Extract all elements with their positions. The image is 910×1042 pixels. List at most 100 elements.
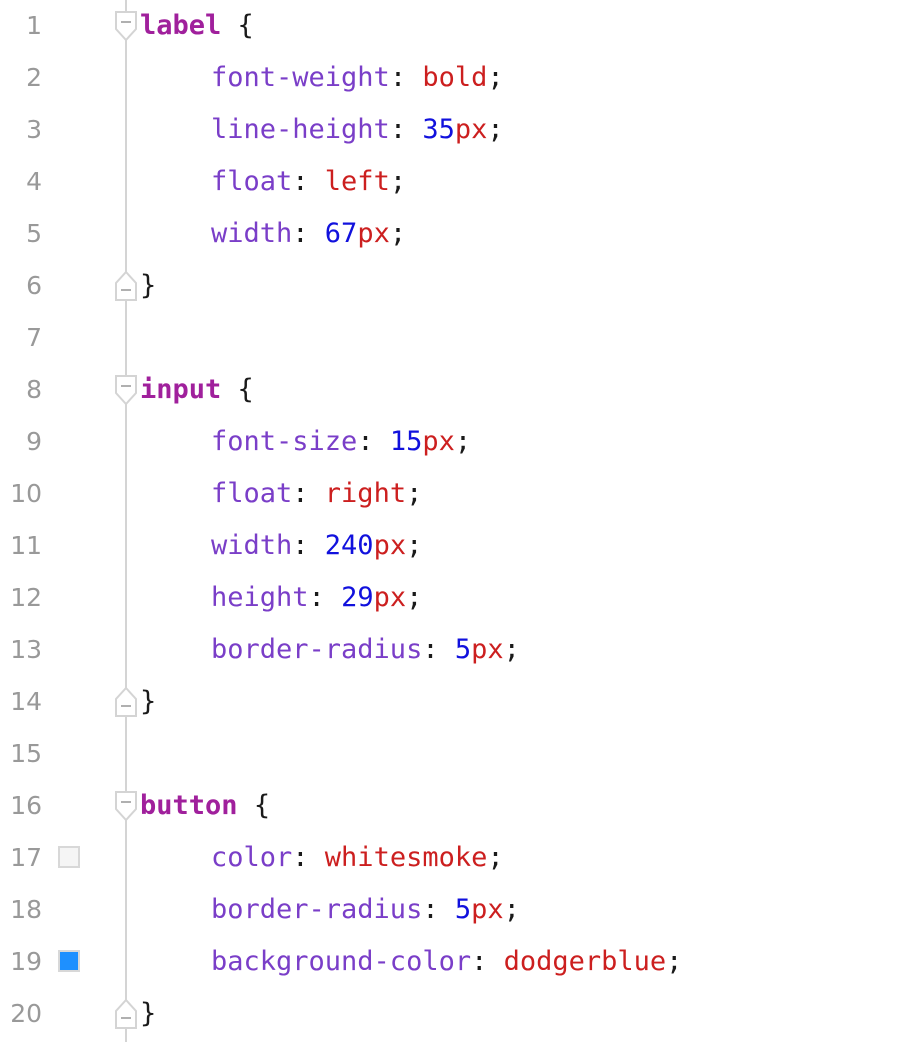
token-prop: border-radius xyxy=(211,894,423,925)
token-punct: : xyxy=(471,946,504,977)
fold-close-icon[interactable] xyxy=(115,999,137,1029)
code-line[interactable]: 9 font-size: 15px; xyxy=(0,416,910,468)
token-number: 29 xyxy=(341,582,374,613)
token-unit: px xyxy=(471,894,504,925)
token-punct: : xyxy=(389,62,423,93)
token-punct: : xyxy=(292,218,325,249)
code-text[interactable]: width: 240px; xyxy=(211,520,422,572)
token-punct: : xyxy=(357,426,390,457)
fold-open-icon[interactable] xyxy=(115,375,137,405)
token-unit: px xyxy=(357,218,390,249)
token-number: 35 xyxy=(422,114,455,145)
token-number: 5 xyxy=(454,634,472,665)
token-semi: ; xyxy=(487,842,504,873)
code-text[interactable]: height: 29px; xyxy=(211,572,422,624)
token-punct: : xyxy=(308,582,342,613)
line-number: 4 xyxy=(26,167,42,196)
code-text[interactable]: border-radius: 5px; xyxy=(211,884,520,936)
token-prop: line-height xyxy=(211,114,390,145)
line-number: 15 xyxy=(10,739,42,768)
code-text[interactable]: font-weight: bold; xyxy=(211,52,504,104)
code-line[interactable]: 3 line-height: 35px; xyxy=(0,104,910,156)
code-text[interactable]: input { xyxy=(140,364,254,416)
code-line[interactable]: 5 width: 67px; xyxy=(0,208,910,260)
token-prop: height xyxy=(211,582,309,613)
token-selector: label xyxy=(140,10,222,41)
color-swatch-icon[interactable] xyxy=(58,950,80,972)
code-text[interactable]: label { xyxy=(140,0,254,52)
code-line[interactable]: 6} xyxy=(0,260,910,312)
line-number: 19 xyxy=(10,947,42,976)
token-prop: width xyxy=(211,530,293,561)
code-line[interactable]: 20} xyxy=(0,988,910,1040)
code-text[interactable]: color: whitesmoke; xyxy=(211,832,504,884)
code-line[interactable]: 8 input { xyxy=(0,364,910,416)
code-line[interactable]: 11 width: 240px; xyxy=(0,520,910,572)
line-number: 13 xyxy=(10,635,42,664)
code-text[interactable]: float: left; xyxy=(211,156,406,208)
code-line[interactable]: 12 height: 29px; xyxy=(0,572,910,624)
line-number: 9 xyxy=(26,427,42,456)
code-text[interactable]: float: right; xyxy=(211,468,422,520)
token-punct: : xyxy=(292,478,325,509)
fold-open-icon[interactable] xyxy=(115,791,137,821)
code-line[interactable]: 10 float: right; xyxy=(0,468,910,520)
fold-close-icon[interactable] xyxy=(115,271,137,301)
code-text[interactable]: width: 67px; xyxy=(211,208,406,260)
line-number: 3 xyxy=(26,115,42,144)
token-keyword: right xyxy=(324,478,407,509)
line-number: 11 xyxy=(10,531,42,560)
line-number: 8 xyxy=(26,375,42,404)
code-text[interactable]: border-radius: 5px; xyxy=(211,624,520,676)
code-line[interactable]: 13 border-radius: 5px; xyxy=(0,624,910,676)
code-line[interactable]: 15 xyxy=(0,728,910,780)
token-semi: ; xyxy=(503,634,520,665)
code-line[interactable]: 16 button { xyxy=(0,780,910,832)
color-swatch-icon[interactable] xyxy=(58,846,80,868)
token-number: 15 xyxy=(389,426,423,457)
line-number: 17 xyxy=(10,843,42,872)
token-punct: : xyxy=(389,114,423,145)
token-punct: : xyxy=(292,166,325,197)
token-punct xyxy=(221,10,237,41)
code-text[interactable]: } xyxy=(140,988,156,1040)
token-selector: button xyxy=(140,790,238,821)
code-text[interactable]: line-height: 35px; xyxy=(211,104,504,156)
token-prop: border-radius xyxy=(211,634,423,665)
token-punct: : xyxy=(292,530,325,561)
token-selector: input xyxy=(140,374,222,405)
token-prop: color xyxy=(211,842,293,873)
code-line[interactable]: 14} xyxy=(0,676,910,728)
token-semi: ; xyxy=(666,946,683,977)
token-prop: font-weight xyxy=(211,62,390,93)
token-semi: ; xyxy=(454,426,472,457)
code-text[interactable]: background-color: dodgerblue; xyxy=(211,936,682,988)
line-number: 16 xyxy=(10,791,42,820)
code-line[interactable]: 4 float: left; xyxy=(0,156,910,208)
code-editor[interactable]: 1 label {2 font-weight: bold; 3 line-height:… xyxy=(0,0,910,1042)
code-text[interactable]: } xyxy=(140,676,156,728)
token-unit: px xyxy=(422,426,455,457)
code-line[interactable]: 19 background-color: dodgerblue; xyxy=(0,936,910,988)
code-line[interactable]: 17 color: whitesmoke; xyxy=(0,832,910,884)
code-text[interactable]: font-size: 15px; xyxy=(211,416,471,468)
line-number: 1 xyxy=(26,11,42,40)
code-line[interactable]: 7 xyxy=(0,312,910,364)
fold-open-icon[interactable] xyxy=(115,11,137,41)
code-line[interactable]: 1 label { xyxy=(0,0,910,52)
line-number: 14 xyxy=(10,687,42,716)
token-brace: { xyxy=(237,374,254,405)
code-text[interactable]: button { xyxy=(140,780,270,832)
line-number: 20 xyxy=(10,999,42,1028)
line-number: 2 xyxy=(26,63,42,92)
code-line[interactable]: 18 border-radius: 5px; xyxy=(0,884,910,936)
code-text[interactable]: } xyxy=(140,260,156,312)
fold-close-icon[interactable] xyxy=(115,687,137,717)
code-line[interactable]: 2 font-weight: bold; xyxy=(0,52,910,104)
token-semi: ; xyxy=(406,530,423,561)
line-number: 12 xyxy=(10,583,42,612)
line-number: 6 xyxy=(26,271,42,300)
token-prop: background-color xyxy=(211,946,472,977)
token-semi: ; xyxy=(406,582,423,613)
token-brace: { xyxy=(237,10,254,41)
